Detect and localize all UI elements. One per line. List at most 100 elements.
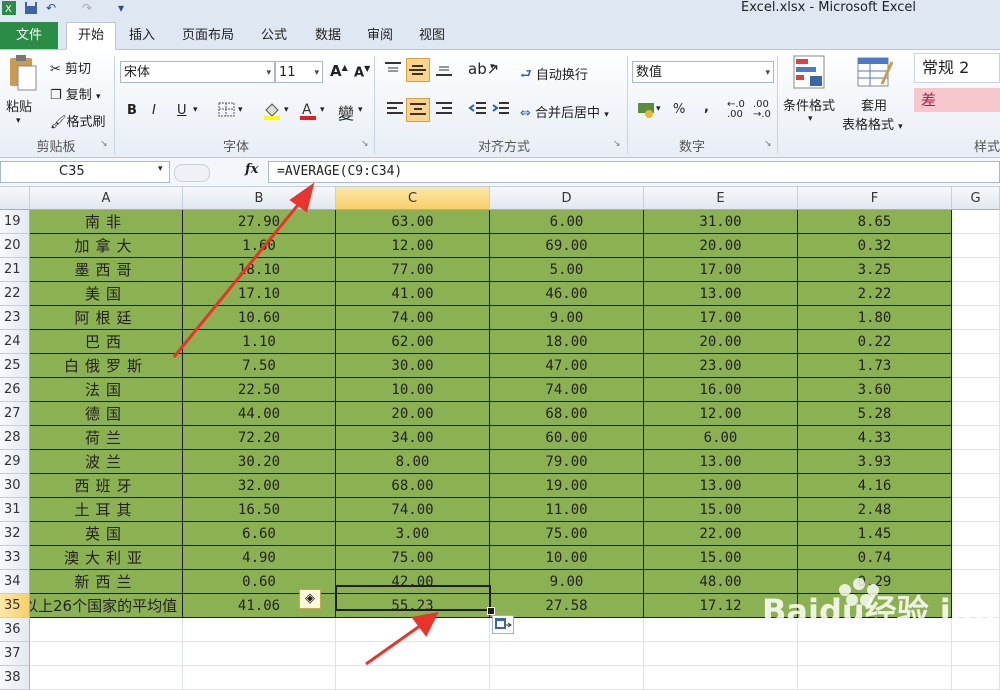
fill-color-dropdown-icon[interactable]: ▾ [284, 105, 289, 115]
empty-cell[interactable] [644, 642, 798, 666]
empty-cell[interactable] [644, 666, 798, 690]
fill-color-icon[interactable] [262, 100, 282, 124]
empty-cell[interactable] [183, 618, 336, 642]
format-as-table-button[interactable]: 表格格式 ▾ [842, 114, 903, 133]
cell-f21[interactable]: 3.25 [798, 258, 952, 282]
cell-c29[interactable]: 8.00 [336, 450, 490, 474]
decrease-indent-icon[interactable] [468, 100, 488, 122]
merge-dropdown-icon[interactable]: ▾ [604, 110, 609, 120]
font-color-icon[interactable]: A [298, 100, 318, 124]
wrap-text-button[interactable]: ⮐ 自动换行 [520, 64, 588, 87]
cell-f25[interactable]: 1.73 [798, 354, 952, 378]
row-header[interactable]: 27 [0, 402, 30, 426]
font-name-combo[interactable]: 宋体 ▾ [120, 61, 275, 83]
row-header[interactable]: 23 [0, 306, 30, 330]
row-header[interactable]: 38 [0, 666, 30, 690]
cell-f23[interactable]: 1.80 [798, 306, 952, 330]
empty-cell[interactable] [336, 642, 490, 666]
cell-a35[interactable]: 以上26个国家的平均值 [30, 594, 183, 618]
cell-a31[interactable]: 土耳其 [30, 498, 183, 522]
cell-e22[interactable]: 13.00 [644, 282, 798, 306]
cell-g25[interactable] [952, 354, 1000, 378]
tab-insert[interactable]: 插入 [120, 23, 164, 49]
cell-g30[interactable] [952, 474, 1000, 498]
row-header[interactable]: 26 [0, 378, 30, 402]
align-center-icon[interactable] [406, 98, 430, 122]
column-header-e[interactable]: E [644, 187, 798, 210]
cell-a26[interactable]: 法国 [30, 378, 183, 402]
tab-page-layout[interactable]: 页面布局 [172, 23, 244, 49]
cell-e19[interactable]: 31.00 [644, 210, 798, 234]
cell-e28[interactable]: 6.00 [644, 426, 798, 450]
formula-input[interactable]: =AVERAGE(C9:C34) [268, 161, 1000, 183]
merge-center-button[interactable]: ⇔ 合并后居中 ▾ [520, 102, 609, 121]
cell-c28[interactable]: 34.00 [336, 426, 490, 450]
cell-a21[interactable]: 墨西哥 [30, 258, 183, 282]
column-header-a[interactable]: A [30, 187, 183, 210]
cell-a28[interactable]: 荷兰 [30, 426, 183, 450]
tab-file[interactable]: 文件 [0, 22, 58, 49]
cell-g28[interactable] [952, 426, 1000, 450]
cell-a29[interactable]: 波兰 [30, 450, 183, 474]
cell-f33[interactable]: 0.74 [798, 546, 952, 570]
currency-dropdown-icon[interactable]: ▾ [656, 104, 661, 114]
cell-f30[interactable]: 4.16 [798, 474, 952, 498]
align-bottom-icon[interactable] [434, 60, 454, 82]
phonetic-icon[interactable]: 變 [338, 100, 354, 124]
cell-g26[interactable] [952, 378, 1000, 402]
insert-function-icon[interactable]: fx [245, 162, 258, 177]
cell-a32[interactable]: 英国 [30, 522, 183, 546]
underline-dropdown-icon[interactable]: ▾ [193, 105, 198, 115]
column-header-c[interactable]: C [336, 187, 490, 210]
cell-e31[interactable]: 15.00 [644, 498, 798, 522]
cell-e35[interactable]: 17.12 [644, 594, 798, 618]
cell-f32[interactable]: 1.45 [798, 522, 952, 546]
row-header[interactable]: 29 [0, 450, 30, 474]
cell-c31[interactable]: 74.00 [336, 498, 490, 522]
empty-cell[interactable] [798, 642, 952, 666]
name-box-dropdown-icon[interactable]: ▾ [158, 164, 163, 174]
comma-button[interactable]: , [704, 100, 709, 115]
cell-d31[interactable]: 11.00 [490, 498, 644, 522]
cell-b25[interactable]: 7.50 [183, 354, 336, 378]
cell-d26[interactable]: 74.00 [490, 378, 644, 402]
cell-g34[interactable] [952, 570, 1000, 594]
empty-cell[interactable] [798, 618, 952, 642]
cell-a23[interactable]: 阿根廷 [30, 306, 183, 330]
cell-e34[interactable]: 48.00 [644, 570, 798, 594]
cell-a19[interactable]: 南非 [30, 210, 183, 234]
cell-c25[interactable]: 30.00 [336, 354, 490, 378]
column-header-f[interactable]: F [798, 187, 952, 210]
cell-g19[interactable] [952, 210, 1000, 234]
conditional-format-icon[interactable] [792, 54, 826, 94]
cell-f31[interactable]: 2.48 [798, 498, 952, 522]
row-header[interactable]: 31 [0, 498, 30, 522]
cell-e27[interactable]: 12.00 [644, 402, 798, 426]
cell-g23[interactable] [952, 306, 1000, 330]
cell-f34[interactable]: 0.29 [798, 570, 952, 594]
increase-indent-icon[interactable] [491, 100, 511, 122]
cell-d23[interactable]: 9.00 [490, 306, 644, 330]
decrease-decimal-icon[interactable]: .00 →.0 [753, 100, 771, 120]
error-check-icon[interactable]: ◈ [299, 589, 321, 609]
conditional-format-button[interactable]: 条件格式 [783, 95, 835, 114]
cut-button[interactable]: ✂ 剪切 [50, 58, 91, 77]
cell-g32[interactable] [952, 522, 1000, 546]
row-header[interactable]: 33 [0, 546, 30, 570]
row-header[interactable]: 19 [0, 210, 30, 234]
cell-f29[interactable]: 3.93 [798, 450, 952, 474]
cell-b26[interactable]: 22.50 [183, 378, 336, 402]
empty-cell[interactable] [30, 666, 183, 690]
row-header[interactable]: 28 [0, 426, 30, 450]
cell-c24[interactable]: 62.00 [336, 330, 490, 354]
format-painter-button[interactable]: 🖌格式刷 [50, 111, 106, 130]
cell-g35[interactable] [952, 594, 1000, 618]
phonetic-dropdown-icon[interactable]: ▾ [358, 105, 363, 115]
cell-g24[interactable] [952, 330, 1000, 354]
cell-a20[interactable]: 加拿大 [30, 234, 183, 258]
cell-e26[interactable]: 16.00 [644, 378, 798, 402]
paste-button[interactable]: 粘贴 [6, 96, 32, 115]
redo-icon[interactable]: ↷ [82, 1, 92, 15]
cell-d29[interactable]: 79.00 [490, 450, 644, 474]
row-header[interactable]: 36 [0, 618, 30, 642]
